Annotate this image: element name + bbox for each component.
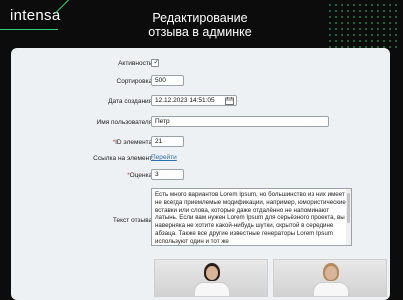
username-label: Имя пользователя: — [96, 119, 154, 126]
sort-label: Сортировка: — [116, 78, 154, 85]
logo-underline — [0, 29, 58, 30]
photo-person-body — [194, 282, 230, 296]
page-title: Редактирование отзыва в админке — [110, 11, 290, 39]
review-photo-2[interactable] — [273, 259, 387, 297]
element-link-label: Ссылка на элемент: — [93, 155, 154, 162]
review-label: Текст отзыва: — [112, 217, 154, 224]
element-id-input[interactable] — [151, 136, 184, 147]
photo-person-face — [325, 266, 337, 280]
review-photo-1[interactable] — [154, 259, 268, 297]
active-label: Активность: — [118, 60, 154, 67]
sort-input[interactable] — [151, 75, 184, 86]
edit-form-panel: Активность: ✓ Сортировка: Дата создания:… — [11, 48, 390, 300]
dot-pattern-decoration — [327, 2, 399, 48]
photo-person-body — [313, 282, 349, 296]
username-input[interactable] — [151, 116, 329, 127]
page-title-line1: Редактирование — [152, 11, 248, 25]
element-id-label: *ID элемента: — [113, 139, 154, 146]
rating-label: *Оценка: — [127, 172, 154, 179]
check-icon: ✓ — [153, 59, 159, 66]
element-link[interactable]: Перейти — [151, 154, 177, 161]
review-scrollbar[interactable] — [346, 189, 351, 245]
header: intensa Редактирование отзыва в админке — [0, 0, 403, 48]
created-label: Дата создания: — [108, 98, 154, 105]
page-title-line2: отзыва в админке — [148, 25, 252, 39]
review-textarea[interactable]: Есть много вариантов Lorem Ipsum, но бол… — [151, 188, 352, 246]
active-checkbox[interactable]: ✓ — [151, 59, 159, 67]
rating-input[interactable] — [151, 169, 184, 180]
scrollbar-thumb[interactable] — [347, 193, 350, 223]
element-id-label-text: ID элемента: — [115, 139, 154, 146]
calendar-icon[interactable] — [225, 97, 234, 105]
logo: intensa — [10, 7, 61, 24]
photo-person-face — [206, 266, 218, 280]
